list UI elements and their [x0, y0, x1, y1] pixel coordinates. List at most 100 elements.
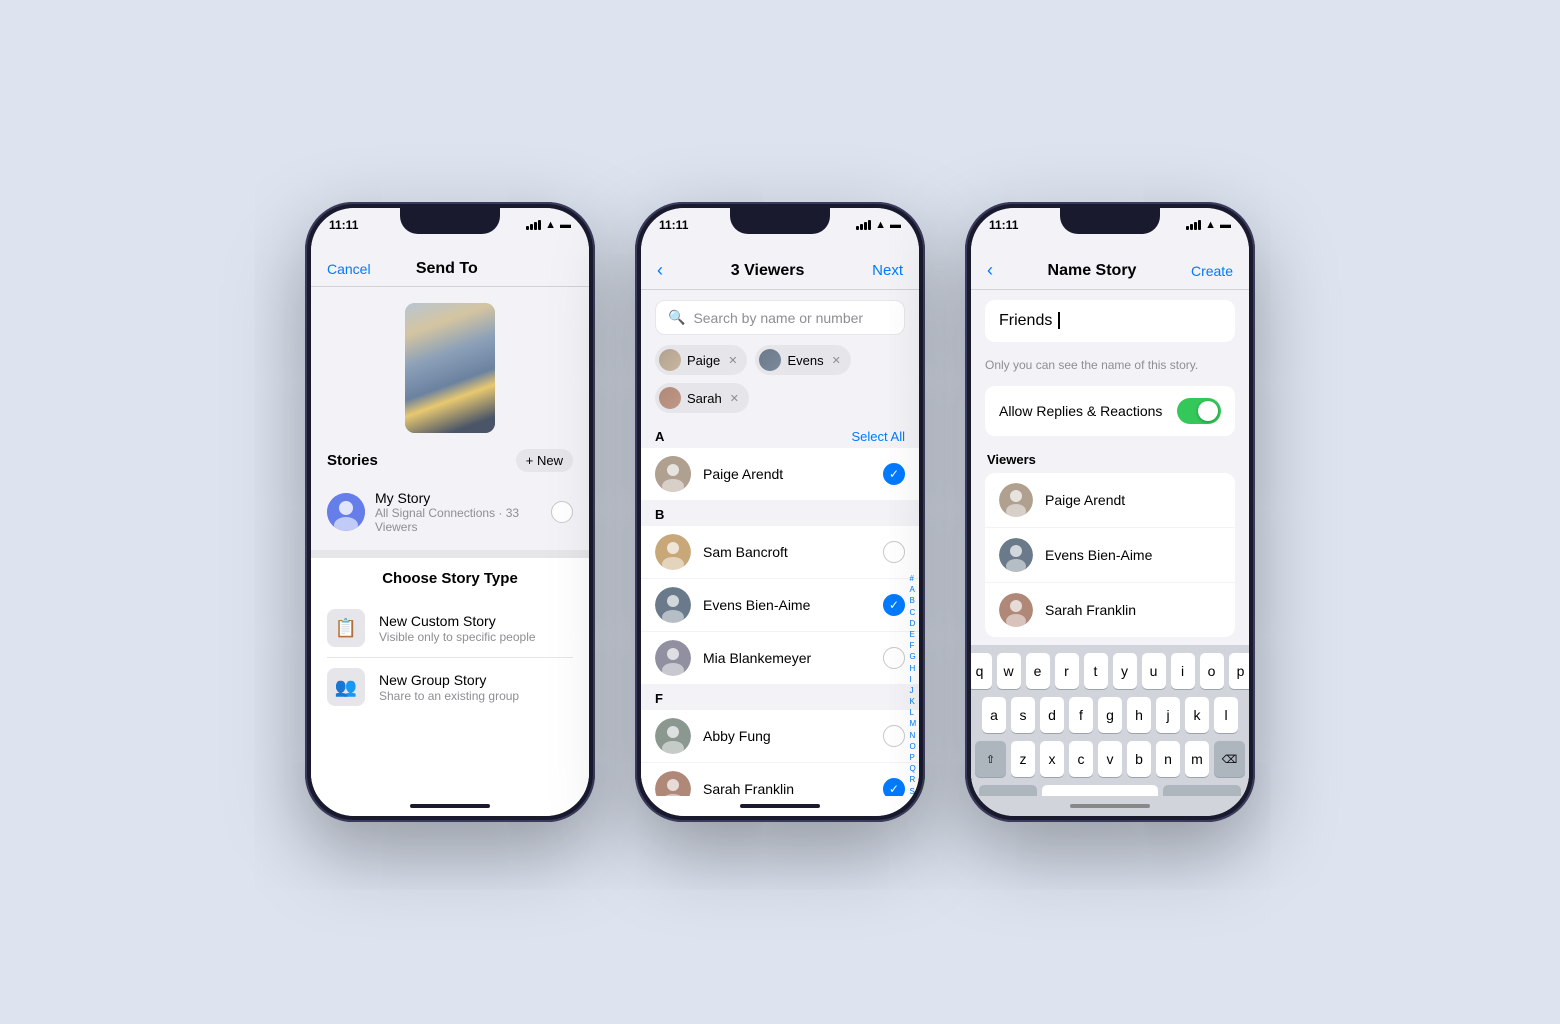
contact-name-paige-arendt: Paige Arendt: [703, 466, 871, 482]
space-key[interactable]: space: [1042, 785, 1158, 796]
key-v[interactable]: v: [1098, 741, 1122, 777]
key-o[interactable]: o: [1200, 653, 1224, 689]
choose-section: Choose Story Type 📋 New Custom Story Vis…: [311, 558, 589, 796]
key-h[interactable]: h: [1127, 697, 1151, 733]
next-button[interactable]: Next: [872, 262, 903, 279]
chip-paige[interactable]: Paige ✕: [655, 345, 747, 375]
viewers-list: Paige Arendt Evens Bien-Aime: [985, 473, 1235, 637]
key-a[interactable]: a: [982, 697, 1006, 733]
contact-list: A Select All Paige Arendt ✓ B: [641, 423, 919, 796]
avatar-sam-bancroft: [655, 534, 691, 570]
chip-evens[interactable]: Evens ✕: [755, 345, 850, 375]
chip-sarah-remove[interactable]: ✕: [730, 392, 739, 405]
key-f[interactable]: f: [1069, 697, 1093, 733]
viewer-count: 3 Viewers: [731, 262, 805, 280]
chip-paige-name: Paige: [687, 353, 720, 368]
status-icons-2: ▲ ▬: [856, 219, 901, 231]
contact-sam-bancroft[interactable]: Sam Bancroft: [641, 526, 919, 579]
key-t[interactable]: t: [1084, 653, 1108, 689]
key-x[interactable]: x: [1040, 741, 1064, 777]
custom-story-icon: 📋: [327, 609, 365, 647]
key-s[interactable]: s: [1011, 697, 1035, 733]
divider-1: [311, 550, 589, 558]
key-e[interactable]: e: [1026, 653, 1050, 689]
toggle-switch[interactable]: [1177, 398, 1221, 424]
viewer-name-paige: Paige Arendt: [1045, 492, 1125, 508]
search-bar[interactable]: 🔍 Search by name or number: [655, 300, 905, 335]
group-story-icon: 👥: [327, 668, 365, 706]
contact-mia-blankemeyer[interactable]: Mia Blankemeyer: [641, 632, 919, 685]
shift-key[interactable]: ⇧: [975, 741, 1006, 777]
contact-paige-arendt[interactable]: Paige Arendt ✓: [641, 448, 919, 501]
toggle-knob: [1198, 401, 1218, 421]
key-y[interactable]: y: [1113, 653, 1137, 689]
key-j[interactable]: j: [1156, 697, 1180, 733]
key-u[interactable]: u: [1142, 653, 1166, 689]
my-story-avatar: [327, 493, 365, 531]
back-button-2[interactable]: ‹: [657, 260, 663, 281]
key-i[interactable]: i: [1171, 653, 1195, 689]
alphabet-index: # A B C D E F G H I J K L M N: [909, 573, 917, 796]
key-p[interactable]: p: [1229, 653, 1250, 689]
delete-key[interactable]: ⌫: [1214, 741, 1245, 777]
my-story-sub: All Signal Connections · 33 Viewers: [375, 506, 541, 534]
signal-icon-3: [1186, 220, 1201, 230]
group-story-desc: Share to an existing group: [379, 689, 573, 703]
check-sarah-franklin[interactable]: ✓: [883, 778, 905, 796]
status-icons-3: ▲ ▬: [1186, 219, 1231, 231]
check-sam-bancroft[interactable]: [883, 541, 905, 563]
select-all-button[interactable]: Select All: [852, 429, 905, 444]
key-l[interactable]: l: [1214, 697, 1238, 733]
return-key[interactable]: return: [1163, 785, 1241, 796]
key-w[interactable]: w: [997, 653, 1021, 689]
my-story-item[interactable]: My Story All Signal Connections · 33 Vie…: [327, 482, 573, 542]
key-d[interactable]: d: [1040, 697, 1064, 733]
stories-label: Stories: [327, 452, 378, 469]
chip-sarah[interactable]: Sarah ✕: [655, 383, 749, 413]
key-m[interactable]: m: [1185, 741, 1209, 777]
check-paige-arendt[interactable]: ✓: [883, 463, 905, 485]
viewers-section: Viewers Paige Arendt Evens B: [985, 452, 1235, 637]
check-mia-blankemeyer[interactable]: [883, 647, 905, 669]
create-button[interactable]: Create: [1191, 263, 1233, 279]
cancel-button[interactable]: Cancel: [327, 261, 371, 277]
contact-name-sarah-franklin: Sarah Franklin: [703, 781, 871, 796]
viewer-paige-arendt: Paige Arendt: [985, 473, 1235, 528]
check-evens-bien-aime[interactable]: ✓: [883, 594, 905, 616]
key-c[interactable]: c: [1069, 741, 1093, 777]
key-r[interactable]: r: [1055, 653, 1079, 689]
new-group-story-option[interactable]: 👥 New Group Story Share to an existing g…: [327, 658, 573, 716]
num-key[interactable]: 123: [979, 785, 1037, 796]
viewer-avatar-evens: [999, 538, 1033, 572]
avatar-evens-bien-aime: [655, 587, 691, 623]
new-custom-story-option[interactable]: 📋 New Custom Story Visible only to speci…: [327, 599, 573, 658]
phones-container: 11:11 ▲ ▬ Cancel: [265, 162, 1295, 862]
new-button[interactable]: + New: [516, 449, 573, 472]
time-1: 11:11: [329, 218, 358, 232]
key-g[interactable]: g: [1098, 697, 1122, 733]
my-story-radio[interactable]: [551, 501, 573, 523]
phone-1: 11:11 ▲ ▬ Cancel: [305, 202, 595, 822]
status-bar-3: 11:11 ▲ ▬: [971, 208, 1249, 252]
chip-evens-remove[interactable]: ✕: [832, 354, 841, 367]
story-image-section: [311, 287, 589, 449]
status-icons-1: ▲ ▬: [526, 219, 571, 231]
key-z[interactable]: z: [1011, 741, 1035, 777]
my-story-name: My Story: [375, 490, 541, 506]
key-k[interactable]: k: [1185, 697, 1209, 733]
stories-section: Stories + New My Story All Signal Connec…: [311, 449, 589, 550]
contact-sarah-franklin[interactable]: Sarah Franklin ✓: [641, 763, 919, 796]
back-button-3[interactable]: ‹: [987, 260, 993, 281]
custom-story-desc: Visible only to specific people: [379, 630, 573, 644]
key-n[interactable]: n: [1156, 741, 1180, 777]
key-q[interactable]: q: [971, 653, 992, 689]
section-header-f: F: [641, 685, 919, 710]
chip-paige-remove[interactable]: ✕: [728, 354, 737, 367]
check-abby-fung[interactable]: [883, 725, 905, 747]
search-icon: 🔍: [668, 309, 685, 326]
key-b[interactable]: b: [1127, 741, 1151, 777]
contact-abby-fung[interactable]: Abby Fung: [641, 710, 919, 763]
name-input-field[interactable]: Friends: [999, 312, 1221, 330]
section-letter-b: B: [655, 507, 664, 522]
contact-evens-bien-aime[interactable]: Evens Bien-Aime ✓: [641, 579, 919, 632]
